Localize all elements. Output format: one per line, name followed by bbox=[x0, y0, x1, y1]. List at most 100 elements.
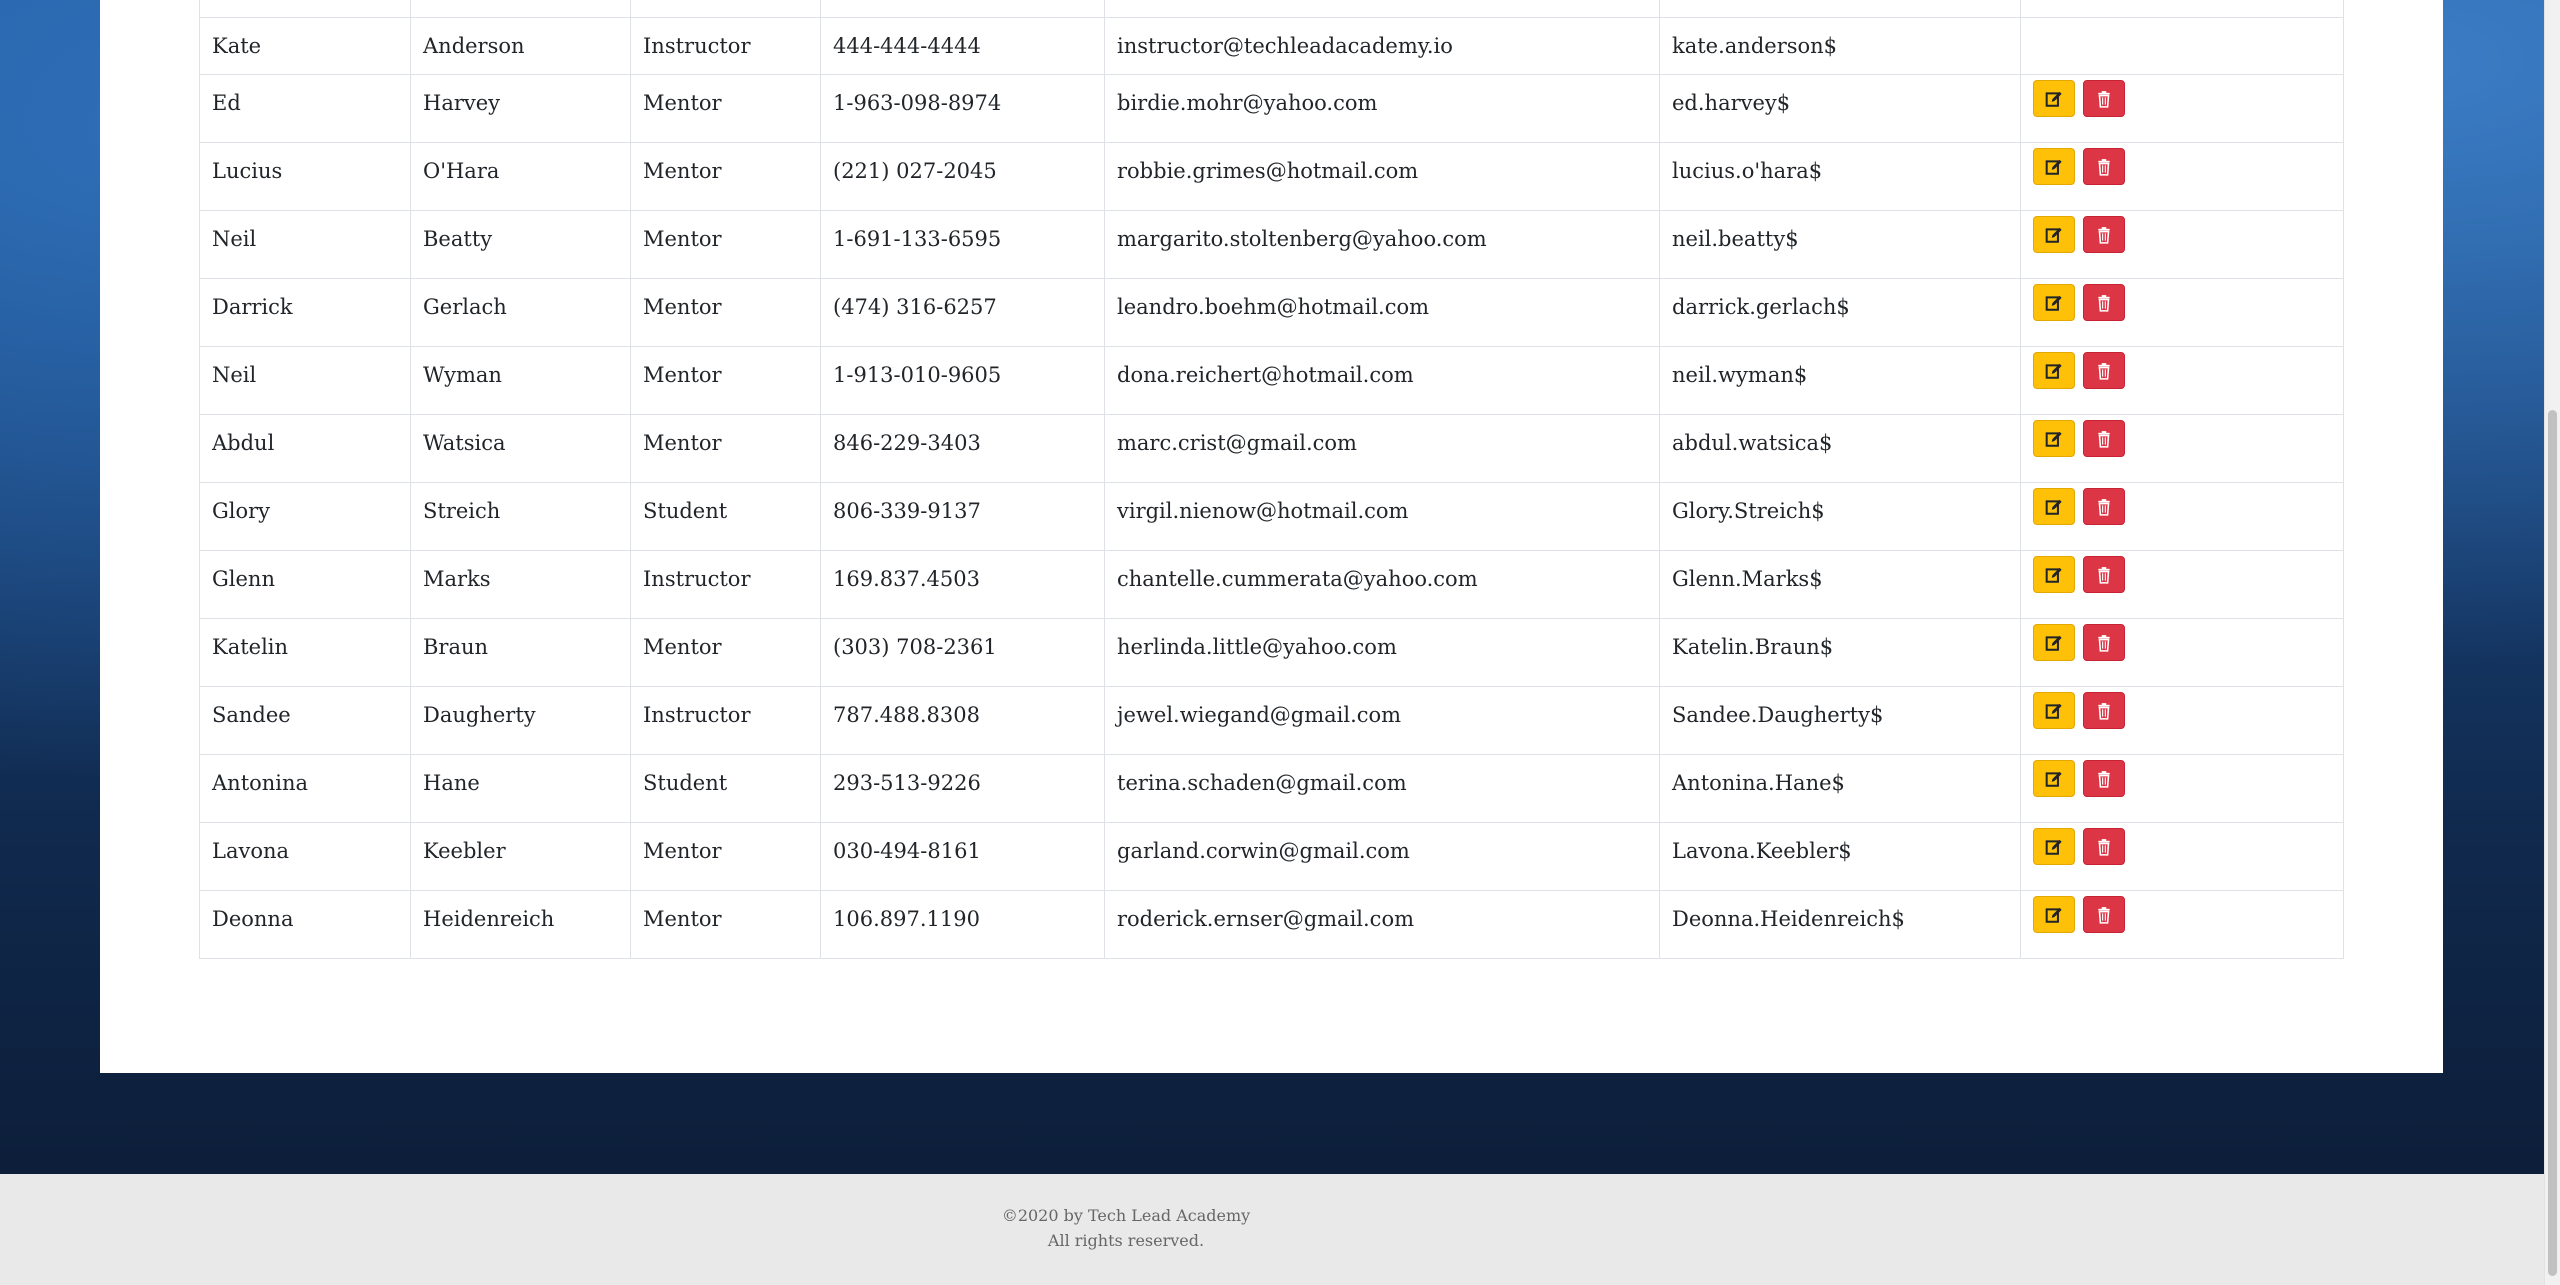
row-actions bbox=[2033, 624, 2331, 661]
email-cell: leandro.boehm@hotmail.com bbox=[1104, 278, 1660, 347]
email-cell: marc.crist@gmail.com bbox=[1104, 414, 1660, 483]
trash-icon bbox=[2098, 362, 2110, 380]
phone-cell: 846-229-3403 bbox=[820, 414, 1105, 483]
phone-cell: (474) 316-6257 bbox=[820, 278, 1105, 347]
actions-cell bbox=[2020, 686, 2344, 755]
actions-cell bbox=[2020, 822, 2344, 891]
scrollbar-thumb[interactable] bbox=[2548, 410, 2557, 1276]
email-cell: roderick.ernser@gmail.com bbox=[1104, 890, 1660, 959]
edit-button[interactable] bbox=[2033, 352, 2075, 389]
delete-button[interactable] bbox=[2083, 420, 2125, 457]
table-row: Deonna Heidenreich Mentor 106.897.1190 r… bbox=[199, 890, 2344, 959]
trash-icon bbox=[2098, 702, 2110, 720]
role-cell: Mentor bbox=[630, 278, 821, 347]
phone-cell: 1-691-133-6595 bbox=[820, 210, 1105, 279]
delete-button[interactable] bbox=[2083, 624, 2125, 661]
delete-button[interactable] bbox=[2083, 692, 2125, 729]
delete-button[interactable] bbox=[2083, 352, 2125, 389]
email-cell: birdie.mohr@yahoo.com bbox=[1104, 74, 1660, 143]
table-row: Antonina Hane Student 293-513-9226 terin… bbox=[199, 754, 2344, 823]
row-actions bbox=[2033, 488, 2331, 525]
email-cell: instructor@techleadacademy.io bbox=[1104, 17, 1660, 75]
username-cell: Katelin.Braun$ bbox=[1659, 618, 2021, 687]
email-cell: garland.corwin@gmail.com bbox=[1104, 822, 1660, 891]
row-actions bbox=[2033, 352, 2331, 389]
table-body: Kate Anderson Instructor 444-444-4444 in… bbox=[199, 0, 2344, 959]
first-name-cell: Sandee bbox=[199, 686, 411, 755]
table-row: Sandee Daugherty Instructor 787.488.8308… bbox=[199, 686, 2344, 755]
edit-icon bbox=[2045, 567, 2062, 583]
delete-button[interactable] bbox=[2083, 80, 2125, 117]
vertical-scrollbar[interactable] bbox=[2544, 0, 2560, 1285]
email-cell: virgil.nienow@hotmail.com bbox=[1104, 482, 1660, 551]
actions-cell bbox=[2020, 754, 2344, 823]
role-cell: Instructor bbox=[630, 17, 821, 75]
delete-button[interactable] bbox=[2083, 828, 2125, 865]
username-cell: lucius.o'hara$ bbox=[1659, 142, 2021, 211]
row-actions bbox=[2033, 760, 2331, 797]
phone-cell: 806-339-9137 bbox=[820, 482, 1105, 551]
row-actions bbox=[2033, 148, 2331, 185]
delete-button[interactable] bbox=[2083, 284, 2125, 321]
actions-cell bbox=[2020, 210, 2344, 279]
edit-button[interactable] bbox=[2033, 556, 2075, 593]
edit-button[interactable] bbox=[2033, 760, 2075, 797]
last-name-cell: Gerlach bbox=[410, 278, 631, 347]
last-name-cell: Anderson bbox=[410, 17, 631, 75]
edit-icon bbox=[2045, 159, 2062, 175]
edit-icon bbox=[2045, 499, 2062, 515]
role-cell: Instructor bbox=[630, 550, 821, 619]
first-name-cell: Abdul bbox=[199, 414, 411, 483]
phone-cell: 787.488.8308 bbox=[820, 686, 1105, 755]
actions-cell bbox=[2020, 414, 2344, 483]
edit-button[interactable] bbox=[2033, 216, 2075, 253]
username-cell: darrick.gerlach$ bbox=[1659, 278, 2021, 347]
edit-button[interactable] bbox=[2033, 624, 2075, 661]
phone-cell: (303) 708-2361 bbox=[820, 618, 1105, 687]
edit-button[interactable] bbox=[2033, 692, 2075, 729]
trash-icon bbox=[2098, 566, 2110, 584]
last-name-cell: Beatty bbox=[410, 210, 631, 279]
table-row: Abdul Watsica Mentor 846-229-3403 marc.c… bbox=[199, 414, 2344, 483]
actions-cell bbox=[2020, 482, 2344, 551]
row-actions bbox=[2033, 80, 2331, 117]
table-row: Ed Harvey Mentor 1-963-098-8974 birdie.m… bbox=[199, 74, 2344, 143]
phone-cell: 169.837.4503 bbox=[820, 550, 1105, 619]
delete-button[interactable] bbox=[2083, 760, 2125, 797]
table-row: Darrick Gerlach Mentor (474) 316-6257 le… bbox=[199, 278, 2344, 347]
last-name-cell: Braun bbox=[410, 618, 631, 687]
first-name-cell: Glenn bbox=[199, 550, 411, 619]
last-name-cell: Heidenreich bbox=[410, 890, 631, 959]
delete-button[interactable] bbox=[2083, 216, 2125, 253]
actions-cell bbox=[2020, 142, 2344, 211]
row-actions bbox=[2033, 420, 2331, 457]
phone-cell: (221) 027-2045 bbox=[820, 142, 1105, 211]
table-row-partial bbox=[199, 0, 2344, 18]
row-actions bbox=[2033, 896, 2331, 933]
first-name-cell: Darrick bbox=[199, 278, 411, 347]
username-cell: Sandee.Daugherty$ bbox=[1659, 686, 2021, 755]
delete-button[interactable] bbox=[2083, 556, 2125, 593]
edit-button[interactable] bbox=[2033, 896, 2075, 933]
edit-button[interactable] bbox=[2033, 284, 2075, 321]
edit-icon bbox=[2045, 295, 2062, 311]
email-cell: robbie.grimes@hotmail.com bbox=[1104, 142, 1660, 211]
edit-button[interactable] bbox=[2033, 828, 2075, 865]
trash-icon bbox=[2098, 430, 2110, 448]
actions-cell bbox=[2020, 618, 2344, 687]
last-name-cell: O'Hara bbox=[410, 142, 631, 211]
edit-button[interactable] bbox=[2033, 420, 2075, 457]
first-name-cell: Neil bbox=[199, 210, 411, 279]
first-name-cell: Antonina bbox=[199, 754, 411, 823]
delete-button[interactable] bbox=[2083, 148, 2125, 185]
delete-button[interactable] bbox=[2083, 896, 2125, 933]
delete-button[interactable] bbox=[2083, 488, 2125, 525]
edit-button[interactable] bbox=[2033, 148, 2075, 185]
trash-icon bbox=[2098, 226, 2110, 244]
first-name-cell: Glory bbox=[199, 482, 411, 551]
last-name-cell: Marks bbox=[410, 550, 631, 619]
edit-button[interactable] bbox=[2033, 488, 2075, 525]
edit-button[interactable] bbox=[2033, 80, 2075, 117]
trash-icon bbox=[2098, 498, 2110, 516]
first-name-cell: Lucius bbox=[199, 142, 411, 211]
